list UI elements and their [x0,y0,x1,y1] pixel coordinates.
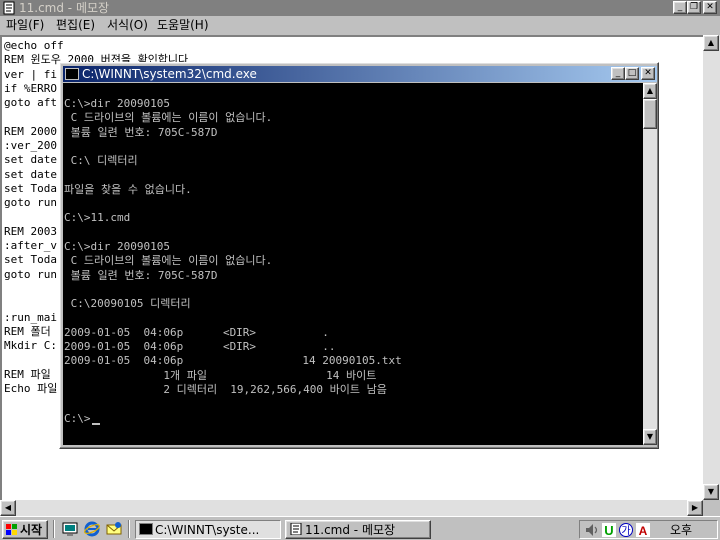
close-icon: ✕ [644,68,652,78]
cmd-scroll-down-button[interactable]: ▼ [643,429,657,445]
desktop-icon[interactable] [62,521,78,537]
console-line: C:\>dir 20090105 [64,239,170,253]
notepad-line: @echo off [4,39,64,52]
console-line: 2009-01-05 04:06p 14 20090105.txt [64,354,402,368]
console-line: 2 디렉터리 19,262,566,400 바이트 남음 [64,382,387,396]
cmd-output-lines: C:\>dir 20090105 C 드라이브의 볼륨에는 이름이 없습니다. … [64,97,402,426]
task-button-cmd[interactable]: C:\WINNT\syste... [135,520,281,539]
arrow-up-icon: ▲ [707,38,715,47]
system-tray: U 가 A 오후 4:08 [579,520,718,540]
notepad-title-bar[interactable]: 11.cmd - 메모장 _ ❐ ✕ [0,0,720,16]
ie-icon[interactable] [84,521,100,537]
outlook-icon[interactable] [106,521,122,537]
maximize-icon: □ [627,68,637,78]
notepad-app-icon [290,523,302,535]
console-line: 볼륨 일련 번호: 705C-587D [64,125,218,139]
close-icon: ✕ [706,2,714,12]
close-button[interactable]: ✕ [703,1,717,14]
resize-grip[interactable] [703,500,720,516]
console-line: 1개 파일 14 바이트 [64,368,377,382]
arrow-left-icon: ◀ [4,503,12,512]
notepad-menu-bar: 파일(F) 편집(E) 서식(O) 도움말(H) [0,16,720,35]
task-label-notepad: 11.cmd - 메모장 [305,523,396,537]
minimize-icon: _ [677,2,683,12]
minimize-icon: _ [615,68,621,78]
windows-logo-icon [6,524,17,535]
task-label-cmd: C:\WINNT\syste... [155,523,260,537]
arrow-right-icon: ▶ [691,503,699,512]
start-label: 시작 [20,523,43,537]
clock[interactable]: 오후 4:08 [670,522,717,540]
console-line: 2009-01-05 04:06p <DIR> .. [64,340,336,354]
console-line: C:\> [64,411,91,425]
menu-format[interactable]: 서식(O) [107,18,148,33]
cmd-vertical-scrollbar[interactable]: ▲ ▼ [643,83,657,445]
cmd-scroll-up-button[interactable]: ▲ [643,83,657,99]
svg-text:가: 가 [621,525,630,537]
cmd-minimize-button[interactable]: _ [611,67,625,80]
svg-text:U: U [604,523,613,538]
cmd-app-icon [139,523,153,535]
restore-icon: ❐ [689,2,699,12]
svg-text:A: A [639,524,648,538]
cmd-title: C:\WINNT\system32\cmd.exe [82,67,257,81]
cmd-console[interactable]: C:\>dir 20090105 C 드라이브의 볼륨에는 이름이 없습니다. … [63,83,643,445]
console-line: C:\>11.cmd [64,211,131,225]
ime-u-icon[interactable]: U [601,522,617,538]
volume-icon[interactable] [584,522,600,538]
taskbar-separator [128,520,130,538]
arrow-up-icon: ▲ [646,86,654,95]
notepad-title: 11.cmd - 메모장 [19,1,110,15]
scroll-left-button[interactable]: ◀ [0,500,16,516]
taskbar: 시작 C:\WINNT\syste... 11.cmd - 메모장 U 가 A … [0,516,720,540]
ime-hangul-icon[interactable]: 가 [618,522,634,538]
cmd-close-button[interactable]: ✕ [641,67,655,80]
console-line: 볼륨 일련 번호: 705C-587D [64,268,218,282]
cmd-window: C:\WINNT\system32\cmd.exe _ □ ✕ C:\>dir … [59,62,659,449]
minimize-button[interactable]: _ [673,1,687,14]
cmd-app-icon [65,68,79,80]
scroll-up-button[interactable]: ▲ [703,35,719,51]
restore-button[interactable]: ❐ [687,1,701,14]
console-line: C 드라이브의 볼륨에는 이름이 없습니다. [64,111,273,125]
cmd-title-bar[interactable]: C:\WINNT\system32\cmd.exe _ □ ✕ [63,66,657,82]
ime-a-icon[interactable]: A [635,522,651,538]
text-cursor [92,423,100,425]
scroll-right-button[interactable]: ▶ [687,500,703,516]
notepad-app-icon [3,1,15,15]
menu-file[interactable]: 파일(F) [6,18,44,33]
taskbar-separator [53,520,55,538]
menu-help[interactable]: 도움말(H) [157,18,209,33]
cmd-scroll-thumb[interactable] [643,99,657,129]
console-line: C:\ 디렉터리 [64,154,138,168]
console-line: C 드라이브의 볼륨에는 이름이 없습니다. [64,254,273,268]
console-line: C:\20090105 디렉터리 [64,297,191,311]
task-button-notepad[interactable]: 11.cmd - 메모장 [285,520,431,539]
console-line: 2009-01-05 04:06p <DIR> . [64,325,329,339]
notepad-vertical-scrollbar[interactable]: ▲ ▼ [703,35,720,500]
notepad-horizontal-scrollbar[interactable]: ◀ ▶ [0,500,703,516]
scroll-down-button[interactable]: ▼ [703,484,719,500]
arrow-down-icon: ▼ [707,487,715,496]
menu-edit[interactable]: 편집(E) [56,18,95,33]
start-button[interactable]: 시작 [2,520,48,539]
cmd-maximize-button[interactable]: □ [625,67,639,80]
console-line: C:\>dir 20090105 [64,97,170,110]
console-line: 파일을 찾을 수 없습니다. [64,182,192,196]
arrow-down-icon: ▼ [646,432,654,441]
